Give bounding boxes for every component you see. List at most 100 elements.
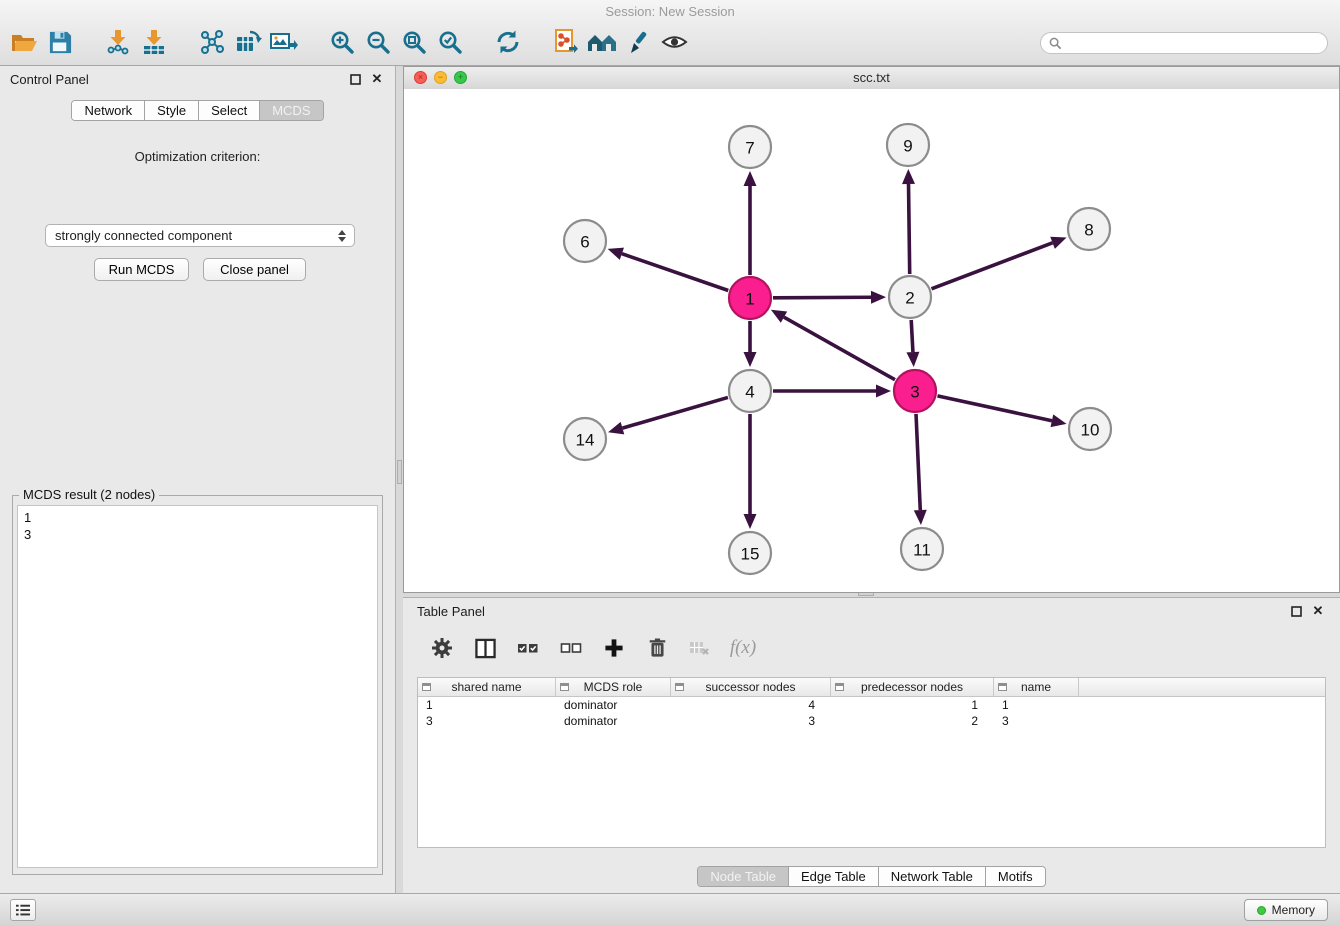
tab-edge-table[interactable]: Edge Table (789, 867, 879, 886)
tab-network-table[interactable]: Network Table (879, 867, 986, 886)
table-cell[interactable]: dominator (556, 698, 671, 712)
graph-edge-1-6[interactable] (608, 248, 729, 291)
neighborhood-button[interactable] (584, 24, 620, 60)
column-header-predecessor-nodes[interactable]: predecessor nodes (831, 678, 994, 696)
graph-edge-2-9[interactable] (902, 169, 915, 274)
table-cell[interactable]: 3 (418, 714, 556, 728)
mcds-result-list[interactable]: 13 (17, 505, 378, 868)
close-panel-icon[interactable]: ✕ (369, 71, 385, 87)
graph-node-3[interactable]: 3 (894, 370, 936, 412)
task-history-button[interactable] (10, 899, 36, 921)
new-network-button[interactable] (194, 24, 230, 60)
graph-node-6[interactable]: 6 (564, 220, 606, 262)
delete-column-button-disabled[interactable] (687, 635, 713, 661)
new-table-button[interactable] (230, 24, 266, 60)
graph-edge-4-15[interactable] (744, 414, 757, 529)
column-header-name[interactable]: name (994, 678, 1079, 696)
graph-edge-1-2[interactable] (773, 291, 886, 304)
function-builder-button[interactable]: f(x) (730, 635, 756, 661)
table-cell[interactable]: 1 (994, 698, 1079, 712)
column-type-icon (560, 683, 569, 691)
select-all-button[interactable] (515, 635, 541, 661)
delete-column-icon (689, 639, 711, 657)
run-mcds-button[interactable]: Run MCDS (94, 258, 189, 281)
tab-style[interactable]: Style (145, 101, 199, 120)
document-network-icon (554, 29, 578, 55)
float-panel-icon[interactable] (347, 71, 363, 87)
graph-edge-3-10[interactable] (937, 396, 1066, 427)
vertical-splitter-grip[interactable] (397, 460, 402, 484)
table-cell[interactable]: 1 (418, 698, 556, 712)
graph-node-10[interactable]: 10 (1069, 408, 1111, 450)
delete-rows-button[interactable] (644, 635, 670, 661)
optimization-select[interactable]: strongly connected component (45, 224, 355, 247)
graph-edge-4-14[interactable] (608, 397, 728, 434)
memory-button[interactable]: Memory (1244, 899, 1328, 921)
visibility-button[interactable] (656, 24, 692, 60)
close-panel-icon[interactable]: ✕ (1310, 603, 1326, 619)
table-cell[interactable]: 3 (671, 714, 831, 728)
table-cell[interactable]: 2 (831, 714, 994, 728)
table-cell[interactable]: dominator (556, 714, 671, 728)
zoom-in-button[interactable] (324, 24, 360, 60)
save-session-button[interactable] (42, 24, 78, 60)
graph-edge-4-3[interactable] (773, 385, 891, 398)
search-box[interactable] (1040, 32, 1328, 54)
graph-edge-3-11[interactable] (914, 414, 927, 525)
table-cell[interactable]: 1 (831, 698, 994, 712)
add-column-button[interactable] (601, 635, 627, 661)
svg-text:1: 1 (745, 290, 754, 309)
network-view-window: × − + scc.txt 7968124314101511 (403, 66, 1340, 593)
column-header-shared-name[interactable]: shared name (418, 678, 556, 696)
import-table-button[interactable] (136, 24, 172, 60)
tab-node-table[interactable]: Node Table (698, 867, 789, 886)
column-type-icon (422, 683, 431, 691)
network-file-button[interactable] (548, 24, 584, 60)
deselect-all-icon (560, 640, 582, 656)
table-cell[interactable]: 3 (994, 714, 1079, 728)
tab-mcds[interactable]: MCDS (260, 101, 322, 120)
zoom-selected-button[interactable] (432, 24, 468, 60)
zoom-out-button[interactable] (360, 24, 396, 60)
zoom-fit-button[interactable] (396, 24, 432, 60)
graph-node-2[interactable]: 2 (889, 276, 931, 318)
graph-edge-3-1[interactable] (771, 310, 895, 380)
graph-node-14[interactable]: 14 (564, 418, 606, 460)
import-network-button[interactable] (100, 24, 136, 60)
open-session-button[interactable] (6, 24, 42, 60)
result-line: 3 (24, 526, 371, 543)
graph-edge-2-8[interactable] (932, 237, 1067, 289)
deselect-all-button[interactable] (558, 635, 584, 661)
graph-edge-2-3[interactable] (906, 320, 919, 367)
table-row[interactable]: 1dominator411 (418, 697, 1325, 713)
graph-node-8[interactable]: 8 (1068, 208, 1110, 250)
graph-node-7[interactable]: 7 (729, 126, 771, 168)
export-image-button[interactable] (266, 24, 302, 60)
style-paint-button[interactable] (620, 24, 656, 60)
graph-node-9[interactable]: 9 (887, 124, 929, 166)
float-panel-icon[interactable] (1288, 603, 1304, 619)
close-panel-button[interactable]: Close panel (203, 258, 306, 281)
import-network-icon (105, 29, 131, 55)
table-cell[interactable]: 4 (671, 698, 831, 712)
show-columns-button[interactable] (472, 635, 498, 661)
graph-edge-1-7[interactable] (744, 171, 757, 275)
table-settings-button[interactable] (429, 635, 455, 661)
column-header-successor-nodes[interactable]: successor nodes (671, 678, 831, 696)
graph-node-4[interactable]: 4 (729, 370, 771, 412)
tab-network[interactable]: Network (72, 101, 145, 120)
graph-edge-1-4[interactable] (744, 321, 757, 367)
window-title: Session: New Session (0, 4, 1340, 19)
table-row[interactable]: 3dominator323 (418, 713, 1325, 729)
column-header-label: name (1021, 680, 1051, 694)
column-header-MCDS-role[interactable]: MCDS role (556, 678, 671, 696)
graph-node-11[interactable]: 11 (901, 528, 943, 570)
refresh-button[interactable] (490, 24, 526, 60)
graph-node-1[interactable]: 1 (729, 277, 771, 319)
tab-select[interactable]: Select (199, 101, 260, 120)
search-input[interactable] (1067, 35, 1319, 51)
graph-node-15[interactable]: 15 (729, 532, 771, 574)
network-canvas[interactable]: 7 9 6 8 1 2 4 3 14 10 15 11 (404, 89, 1339, 592)
gear-icon (431, 637, 453, 659)
tab-motifs[interactable]: Motifs (986, 867, 1045, 886)
